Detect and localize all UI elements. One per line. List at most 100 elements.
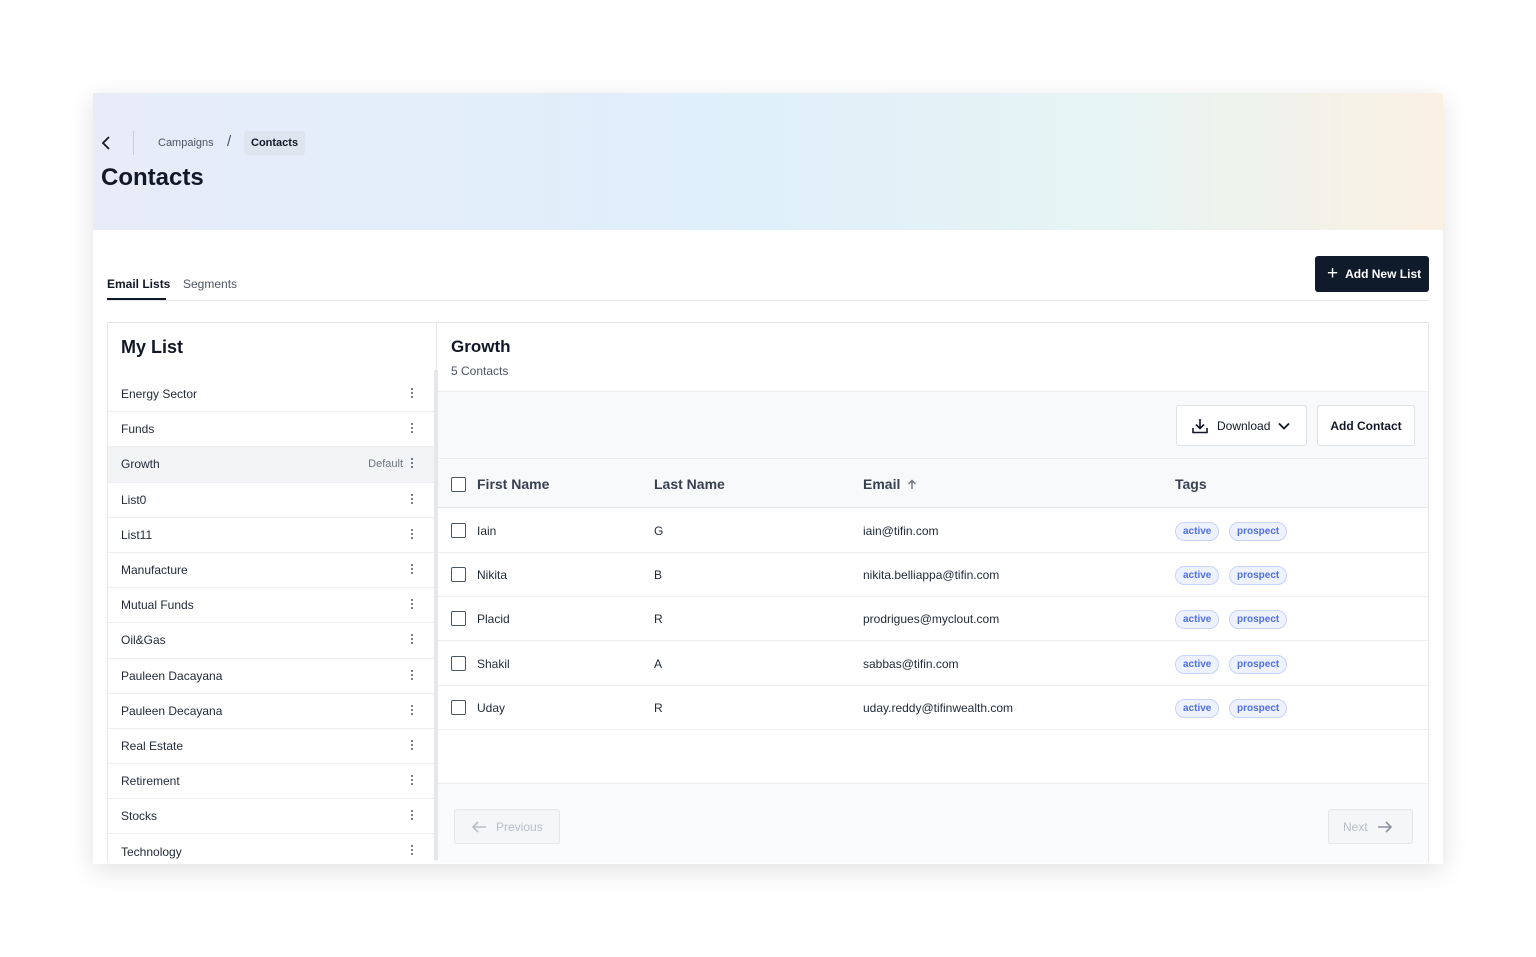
add-new-list-label: Add New List — [1345, 267, 1422, 281]
header-divider — [133, 131, 134, 155]
back-arrow-icon[interactable] — [99, 135, 113, 151]
table-row[interactable]: Shakil Asabbas@tifin.com active prospect — [438, 642, 1428, 686]
cell-email: uday.reddy@tifinwealth.com — [863, 700, 1014, 715]
row-checkbox[interactable] — [451, 523, 466, 538]
more-options-icon[interactable] — [410, 738, 414, 754]
download-label: Download — [1217, 418, 1271, 433]
more-options-icon[interactable] — [410, 421, 414, 437]
column-tags: Tags — [1175, 476, 1207, 492]
next-label: Next — [1343, 819, 1368, 834]
list-item[interactable]: Retirement — [108, 764, 436, 800]
tag-badge[interactable]: prospect — [1229, 698, 1288, 718]
more-options-icon[interactable] — [410, 843, 414, 859]
list-item[interactable]: Funds — [108, 412, 436, 448]
my-list-title: My List — [121, 337, 184, 357]
plus-icon: + — [1327, 262, 1339, 284]
list-item[interactable]: Growth Default — [108, 447, 436, 483]
tab-email-lists[interactable]: Email Lists — [107, 277, 170, 291]
cell-last-name: R — [654, 612, 663, 627]
tag-badge[interactable]: active — [1175, 654, 1220, 674]
table-row[interactable]: Uday Ruday.reddy@tifinwealth.com active pro… — [438, 686, 1428, 730]
list-title: Growth — [451, 337, 511, 356]
list-item[interactable]: Pauleen Dacayana — [108, 659, 436, 694]
list-item-label: Retirement — [121, 774, 180, 789]
column-email-label: Email — [863, 476, 901, 492]
column-email[interactable]: Email — [863, 476, 917, 492]
table-row[interactable]: Nikita Bnikita.belliappa@tifin.com active p… — [438, 553, 1428, 598]
more-options-icon[interactable] — [410, 386, 414, 402]
list-item-label: Stocks — [121, 809, 158, 824]
list-item[interactable]: Stocks — [108, 799, 436, 835]
tag-badge[interactable]: prospect — [1229, 654, 1288, 674]
select-all-checkbox[interactable] — [451, 477, 466, 492]
tag-badge[interactable]: prospect — [1229, 610, 1288, 630]
tag-badge[interactable]: active — [1175, 698, 1220, 718]
tab-segments[interactable]: Segments — [183, 277, 237, 291]
tag-badge[interactable]: active — [1175, 610, 1220, 630]
more-options-icon[interactable] — [410, 492, 414, 508]
arrow-right-icon — [1377, 820, 1392, 833]
table-row[interactable]: Placid Rprodrigues@myclout.com active prosp… — [438, 597, 1428, 642]
row-checkbox[interactable] — [451, 567, 466, 583]
column-last-name[interactable]: Last Name — [654, 476, 725, 492]
table-header: First Name Last Name Email Tags — [438, 460, 1428, 508]
tag-badge[interactable]: prospect — [1229, 522, 1288, 541]
app-window: Campaigns / Contacts Contacts Email List… — [93, 93, 1443, 864]
list-item[interactable]: Manufacture — [108, 553, 436, 589]
list-item[interactable]: Technology — [108, 834, 436, 862]
list-item[interactable]: Oil&Gas — [108, 623, 436, 659]
table-toolbar: Download Add Contact — [438, 391, 1428, 459]
list-item[interactable]: Energy Sector — [108, 377, 436, 413]
more-options-icon[interactable] — [410, 773, 414, 789]
cell-email: nikita.belliappa@tifin.com — [863, 568, 1000, 583]
more-options-icon[interactable] — [410, 632, 414, 648]
tab-divider — [107, 300, 1429, 301]
row-checkbox[interactable] — [451, 699, 466, 715]
list-item-label: Manufacture — [121, 563, 188, 578]
row-checkbox[interactable] — [451, 655, 466, 671]
breadcrumb-campaigns[interactable]: Campaigns — [158, 137, 214, 149]
cell-first-name: Uday — [477, 700, 506, 715]
breadcrumb-separator: / — [227, 133, 232, 150]
column-first-name[interactable]: First Name — [477, 476, 549, 492]
more-options-icon[interactable] — [410, 562, 414, 578]
list-item[interactable]: Real Estate — [108, 729, 436, 765]
list-item-label: Technology — [121, 844, 182, 859]
more-options-icon[interactable] — [410, 808, 414, 824]
more-options-icon[interactable] — [410, 668, 414, 684]
chevron-down-icon — [1278, 422, 1291, 430]
breadcrumb-current: Contacts — [244, 131, 306, 155]
cell-email: prodrigues@myclout.com — [863, 612, 1000, 627]
page-header: Campaigns / Contacts Contacts — [93, 93, 1443, 230]
cell-last-name: G — [654, 524, 664, 538]
row-checkbox[interactable] — [451, 611, 466, 627]
more-options-icon[interactable] — [410, 527, 414, 543]
cell-first-name: Nikita — [477, 568, 508, 583]
default-badge: Default — [368, 458, 403, 471]
list-item[interactable]: Mutual Funds — [108, 588, 436, 624]
tag-badge[interactable]: active — [1175, 522, 1220, 541]
more-options-icon[interactable] — [410, 456, 414, 472]
more-options-icon[interactable] — [410, 703, 414, 719]
table-row[interactable]: Iain Giain@tifin.com active prospect — [438, 509, 1428, 553]
more-options-icon[interactable] — [410, 597, 414, 613]
cell-first-name: Shakil — [477, 656, 510, 671]
list-detail-panel: Growth 5 Contacts Download Add Contact F… — [438, 322, 1429, 862]
list-item[interactable]: List11 — [108, 518, 436, 553]
my-list-panel: My List Energy Sector Funds Growth Default L… — [107, 322, 437, 862]
tag-badge[interactable]: active — [1175, 566, 1220, 586]
list-item-label: Pauleen Decayana — [121, 703, 223, 718]
next-button[interactable]: Next — [1328, 809, 1413, 844]
list-item[interactable]: Pauleen Decayana — [108, 694, 436, 729]
cell-first-name: Placid — [477, 612, 510, 627]
pagination: Previous Next — [438, 784, 1428, 862]
previous-button[interactable]: Previous — [454, 809, 560, 844]
add-new-list-button[interactable]: + Add New List — [1315, 256, 1429, 292]
page-title: Contacts — [101, 164, 204, 191]
list-item-label: Real Estate — [121, 738, 184, 753]
add-contact-button[interactable]: Add Contact — [1317, 405, 1415, 446]
cell-email: sabbas@tifin.com — [863, 656, 959, 671]
tag-badge[interactable]: prospect — [1229, 566, 1288, 586]
download-button[interactable]: Download — [1176, 405, 1307, 446]
list-item[interactable]: List0 — [108, 483, 436, 518]
